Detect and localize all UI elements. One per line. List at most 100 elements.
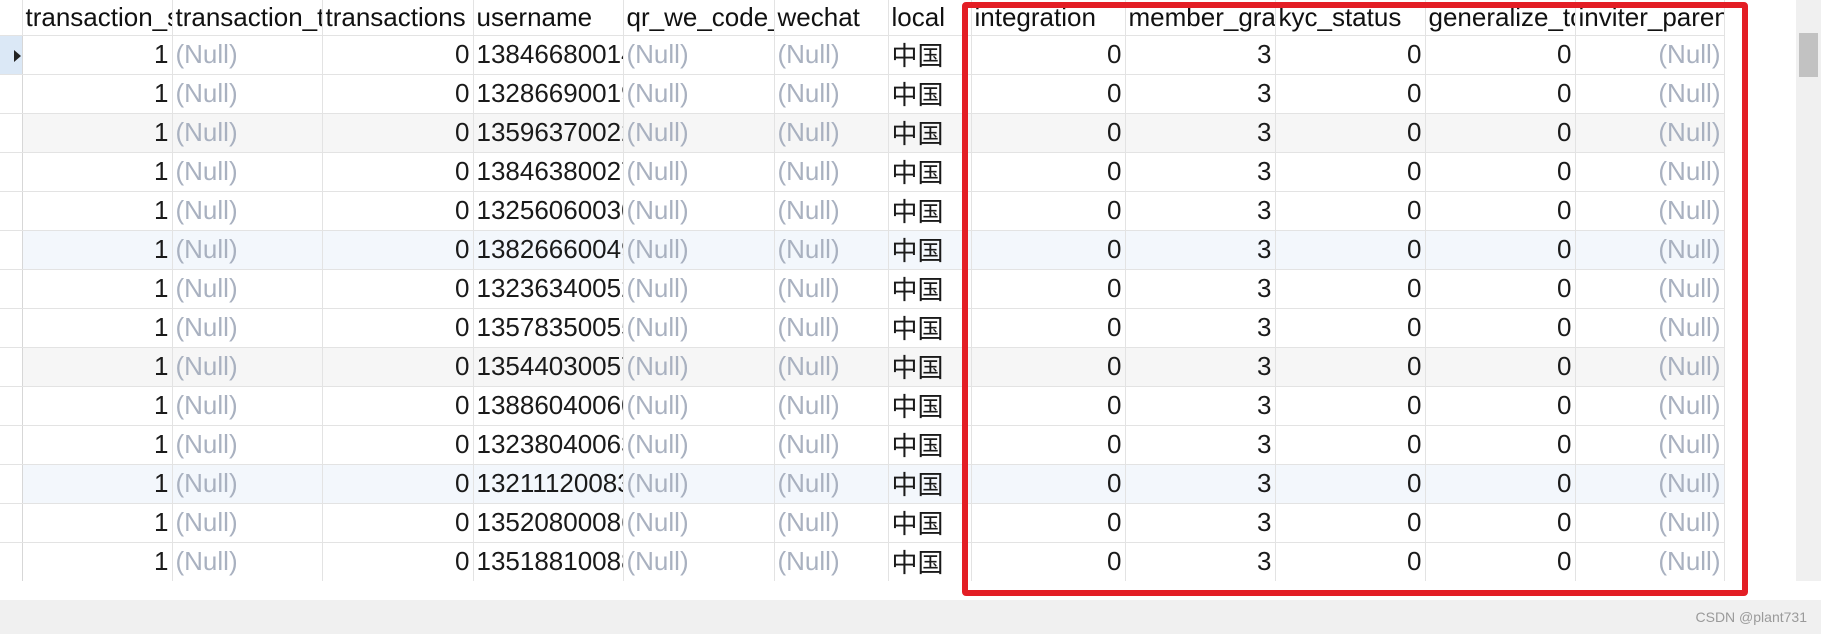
cell-username[interactable]: 13520800086 [473, 503, 624, 543]
cell-username[interactable]: 13544030057 [473, 347, 624, 387]
cell-inviter-parent[interactable]: (Null) [1575, 152, 1725, 192]
cell-generalize[interactable]: 0 [1425, 74, 1576, 114]
cell-transactions[interactable]: 0 [322, 191, 474, 231]
cell-transactions[interactable]: 0 [322, 347, 474, 387]
row-indicator[interactable] [0, 152, 23, 192]
cell-local[interactable]: 中国 [888, 35, 972, 75]
data-grid[interactable]: transaction_s transaction_t transactions… [0, 0, 1796, 581]
cell-transaction-s[interactable]: 1 [22, 425, 173, 465]
cell-member-grade[interactable]: 3 [1125, 74, 1276, 114]
cell-transactions[interactable]: 0 [322, 230, 474, 270]
cell-transactions[interactable]: 0 [322, 35, 474, 75]
cell-transaction-t[interactable]: (Null) [172, 35, 323, 75]
cell-member-grade[interactable]: 3 [1125, 191, 1276, 231]
table-row[interactable]: 1 (Null) 0 13286690019 (Null) (Null) 中国 0 3 0 0 (Nu… [0, 74, 1725, 114]
cell-transaction-t[interactable]: (Null) [172, 113, 323, 153]
cell-username[interactable]: 13518810088 [473, 542, 624, 581]
column-header-transactions[interactable]: transactions [322, 0, 474, 36]
cell-integration[interactable]: 0 [971, 347, 1126, 387]
cell-wechat[interactable]: (Null) [774, 152, 889, 192]
cell-local[interactable]: 中国 [888, 152, 972, 192]
cell-qr-we-code[interactable]: (Null) [623, 74, 775, 114]
cell-transaction-t[interactable]: (Null) [172, 152, 323, 192]
row-indicator[interactable] [0, 113, 23, 153]
column-header-generalize[interactable]: generalize_tc [1425, 0, 1576, 36]
cell-qr-we-code[interactable]: (Null) [623, 464, 775, 504]
cell-integration[interactable]: 0 [971, 386, 1126, 426]
cell-transaction-s[interactable]: 1 [22, 464, 173, 504]
cell-kyc-status[interactable]: 0 [1275, 464, 1426, 504]
row-indicator[interactable] [0, 503, 23, 543]
cell-integration[interactable]: 0 [971, 35, 1126, 75]
column-header-wechat[interactable]: wechat [774, 0, 889, 36]
column-header-username[interactable]: username [473, 0, 624, 36]
cell-username[interactable]: 13846680014 [473, 35, 624, 75]
cell-transaction-t[interactable]: (Null) [172, 191, 323, 231]
cell-qr-we-code[interactable]: (Null) [623, 308, 775, 348]
cell-member-grade[interactable]: 3 [1125, 425, 1276, 465]
cell-transaction-s[interactable]: 1 [22, 74, 173, 114]
row-indicator[interactable] [0, 269, 23, 309]
cell-wechat[interactable]: (Null) [774, 347, 889, 387]
cell-transaction-t[interactable]: (Null) [172, 542, 323, 581]
cell-inviter-parent[interactable]: (Null) [1575, 191, 1725, 231]
column-header-inviter-parent[interactable]: inviter_paren [1575, 0, 1725, 36]
cell-transactions[interactable]: 0 [322, 503, 474, 543]
cell-transaction-t[interactable]: (Null) [172, 347, 323, 387]
cell-member-grade[interactable]: 3 [1125, 269, 1276, 309]
cell-username[interactable]: 13211120083 [473, 464, 624, 504]
cell-qr-we-code[interactable]: (Null) [623, 269, 775, 309]
cell-transactions[interactable]: 0 [322, 113, 474, 153]
cell-kyc-status[interactable]: 0 [1275, 74, 1426, 114]
cell-integration[interactable]: 0 [971, 74, 1126, 114]
cell-inviter-parent[interactable]: (Null) [1575, 35, 1725, 75]
cell-generalize[interactable]: 0 [1425, 386, 1576, 426]
cell-inviter-parent[interactable]: (Null) [1575, 74, 1725, 114]
cell-transaction-s[interactable]: 1 [22, 542, 173, 581]
cell-transaction-t[interactable]: (Null) [172, 425, 323, 465]
cell-local[interactable]: 中国 [888, 113, 972, 153]
cell-transaction-s[interactable]: 1 [22, 347, 173, 387]
scrollbar-thumb[interactable] [1799, 33, 1818, 77]
cell-inviter-parent[interactable]: (Null) [1575, 386, 1725, 426]
cell-transaction-t[interactable]: (Null) [172, 503, 323, 543]
cell-generalize[interactable]: 0 [1425, 230, 1576, 270]
cell-local[interactable]: 中国 [888, 464, 972, 504]
cell-transaction-s[interactable]: 1 [22, 269, 173, 309]
column-header-transaction-t[interactable]: transaction_t [172, 0, 323, 36]
cell-transactions[interactable]: 0 [322, 308, 474, 348]
cell-local[interactable]: 中国 [888, 308, 972, 348]
row-indicator[interactable] [0, 425, 23, 465]
cell-wechat[interactable]: (Null) [774, 386, 889, 426]
row-indicator[interactable] [0, 386, 23, 426]
cell-kyc-status[interactable]: 0 [1275, 269, 1426, 309]
cell-integration[interactable]: 0 [971, 308, 1126, 348]
cell-member-grade[interactable]: 3 [1125, 152, 1276, 192]
cell-local[interactable]: 中国 [888, 347, 972, 387]
cell-transactions[interactable]: 0 [322, 425, 474, 465]
cell-username[interactable]: 13846380027 [473, 152, 624, 192]
cell-local[interactable]: 中国 [888, 542, 972, 581]
table-row[interactable]: 1 (Null) 0 13211120083 (Null) (Null) 中国 0 3 0 0 (Nu… [0, 464, 1725, 504]
cell-inviter-parent[interactable]: (Null) [1575, 464, 1725, 504]
cell-username[interactable]: 13596370022 [473, 113, 624, 153]
cell-username[interactable]: 13826660049 [473, 230, 624, 270]
cell-transaction-t[interactable]: (Null) [172, 230, 323, 270]
cell-wechat[interactable]: (Null) [774, 464, 889, 504]
table-row[interactable]: 1 (Null) 0 13238040063 (Null) (Null) 中国 0 3 0 0 (Nu… [0, 425, 1725, 465]
column-header-integration[interactable]: integration [971, 0, 1126, 36]
cell-qr-we-code[interactable]: (Null) [623, 191, 775, 231]
cell-wechat[interactable]: (Null) [774, 191, 889, 231]
cell-generalize[interactable]: 0 [1425, 425, 1576, 465]
cell-transactions[interactable]: 0 [322, 152, 474, 192]
cell-wechat[interactable]: (Null) [774, 35, 889, 75]
table-row[interactable]: 1 (Null) 0 13578350055 (Null) (Null) 中国 0 3 0 0 (Nu… [0, 308, 1725, 348]
cell-transactions[interactable]: 0 [322, 386, 474, 426]
cell-local[interactable]: 中国 [888, 191, 972, 231]
cell-kyc-status[interactable]: 0 [1275, 386, 1426, 426]
cell-integration[interactable]: 0 [971, 542, 1126, 581]
cell-integration[interactable]: 0 [971, 269, 1126, 309]
cell-wechat[interactable]: (Null) [774, 503, 889, 543]
cell-member-grade[interactable]: 3 [1125, 542, 1276, 581]
table-row[interactable]: 1 (Null) 0 13236340052 (Null) (Null) 中国 0 3 0 0 (Nu… [0, 269, 1725, 309]
